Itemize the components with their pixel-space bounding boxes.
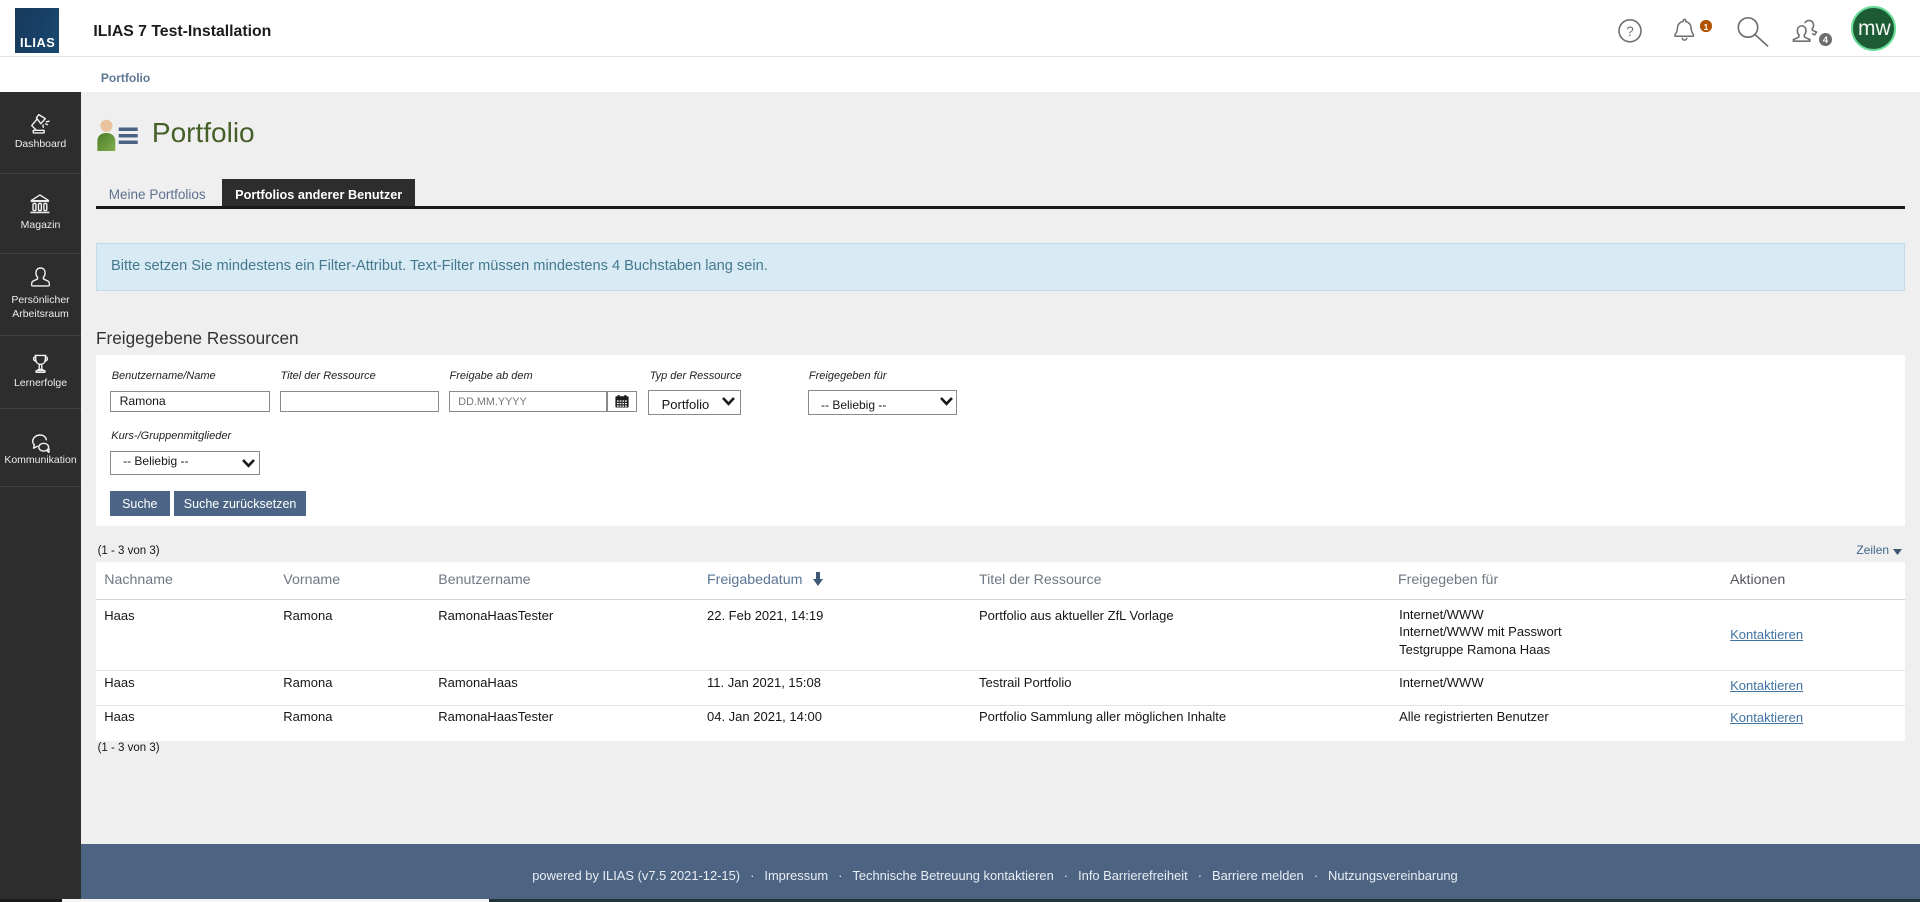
svg-text:?: ? [1626, 24, 1634, 39]
